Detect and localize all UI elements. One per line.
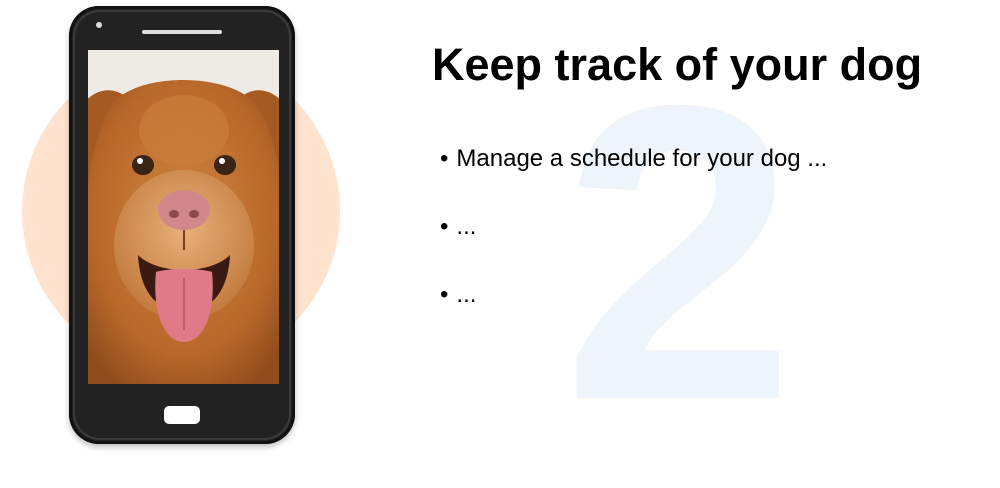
bullet-item: • Manage a schedule for your dog ... bbox=[440, 143, 827, 211]
camera-icon bbox=[96, 22, 102, 28]
bullet-list: • Manage a schedule for your dog ... •...… bbox=[440, 143, 827, 347]
dog-illustration bbox=[88, 50, 279, 384]
bullet-item: •... bbox=[440, 211, 827, 279]
bullet-item: •... bbox=[440, 279, 827, 347]
home-button-icon bbox=[164, 406, 200, 424]
speaker-grille bbox=[142, 30, 222, 34]
bullet-text: Manage a schedule for your dog ... bbox=[456, 145, 828, 172]
bullet-text: ... bbox=[456, 213, 477, 240]
page-title: Keep track of your dog bbox=[432, 39, 923, 90]
bullet-marker: • bbox=[440, 145, 449, 172]
bullet-text: ... bbox=[456, 281, 477, 308]
bullet-marker: • bbox=[440, 213, 449, 240]
dog-photo bbox=[88, 50, 279, 384]
smartphone-illustration bbox=[69, 6, 295, 444]
bullet-marker: • bbox=[440, 281, 449, 308]
